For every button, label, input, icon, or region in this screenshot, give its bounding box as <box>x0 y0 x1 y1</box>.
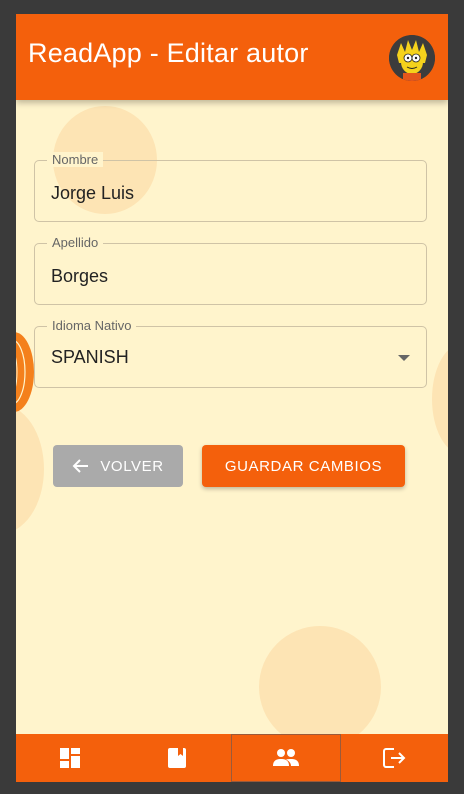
dropdown-arrow-icon[interactable] <box>398 355 410 361</box>
avatar[interactable] <box>389 35 435 81</box>
background-blob <box>16 404 44 534</box>
apellido-field[interactable]: Apellido Borges <box>34 235 427 305</box>
volver-label: VOLVER <box>100 457 164 475</box>
app-screen: ReadApp - Editar autor Nombre Jorge Luis… <box>16 14 448 782</box>
idioma-nativo-label: Idioma Nativo <box>47 318 137 333</box>
nav-item-authors[interactable] <box>231 734 341 782</box>
logout-icon <box>383 748 406 768</box>
idioma-nativo-value[interactable]: SPANISH <box>51 347 129 368</box>
dashboard-icon <box>59 748 80 768</box>
people-icon <box>272 749 299 766</box>
lisa-simpson-avatar-icon <box>389 35 435 81</box>
volver-button[interactable]: VOLVER <box>53 445 183 487</box>
guardar-cambios-button[interactable]: GUARDAR CAMBIOS <box>202 445 405 487</box>
page-title: ReadApp - Editar autor <box>28 38 309 68</box>
background-blob <box>432 344 448 454</box>
guardar-cambios-label: GUARDAR CAMBIOS <box>224 457 383 475</box>
nav-item-logout[interactable] <box>341 734 449 782</box>
arrow-left-icon <box>72 459 89 473</box>
bottom-navigation <box>16 734 448 782</box>
app-bar: ReadApp - Editar autor <box>16 14 448 100</box>
background-blob <box>259 626 381 748</box>
apellido-label: Apellido <box>47 235 104 250</box>
nav-item-books[interactable] <box>124 734 232 782</box>
nombre-input-value[interactable]: Jorge Luis <box>51 183 134 204</box>
idioma-nativo-select[interactable]: Idioma Nativo SPANISH <box>34 318 427 388</box>
nombre-field[interactable]: Nombre Jorge Luis <box>34 152 427 222</box>
apellido-input-value[interactable]: Borges <box>51 266 108 287</box>
nombre-label: Nombre <box>47 152 104 167</box>
nav-item-dashboard[interactable] <box>16 734 124 782</box>
book-icon <box>168 748 187 768</box>
